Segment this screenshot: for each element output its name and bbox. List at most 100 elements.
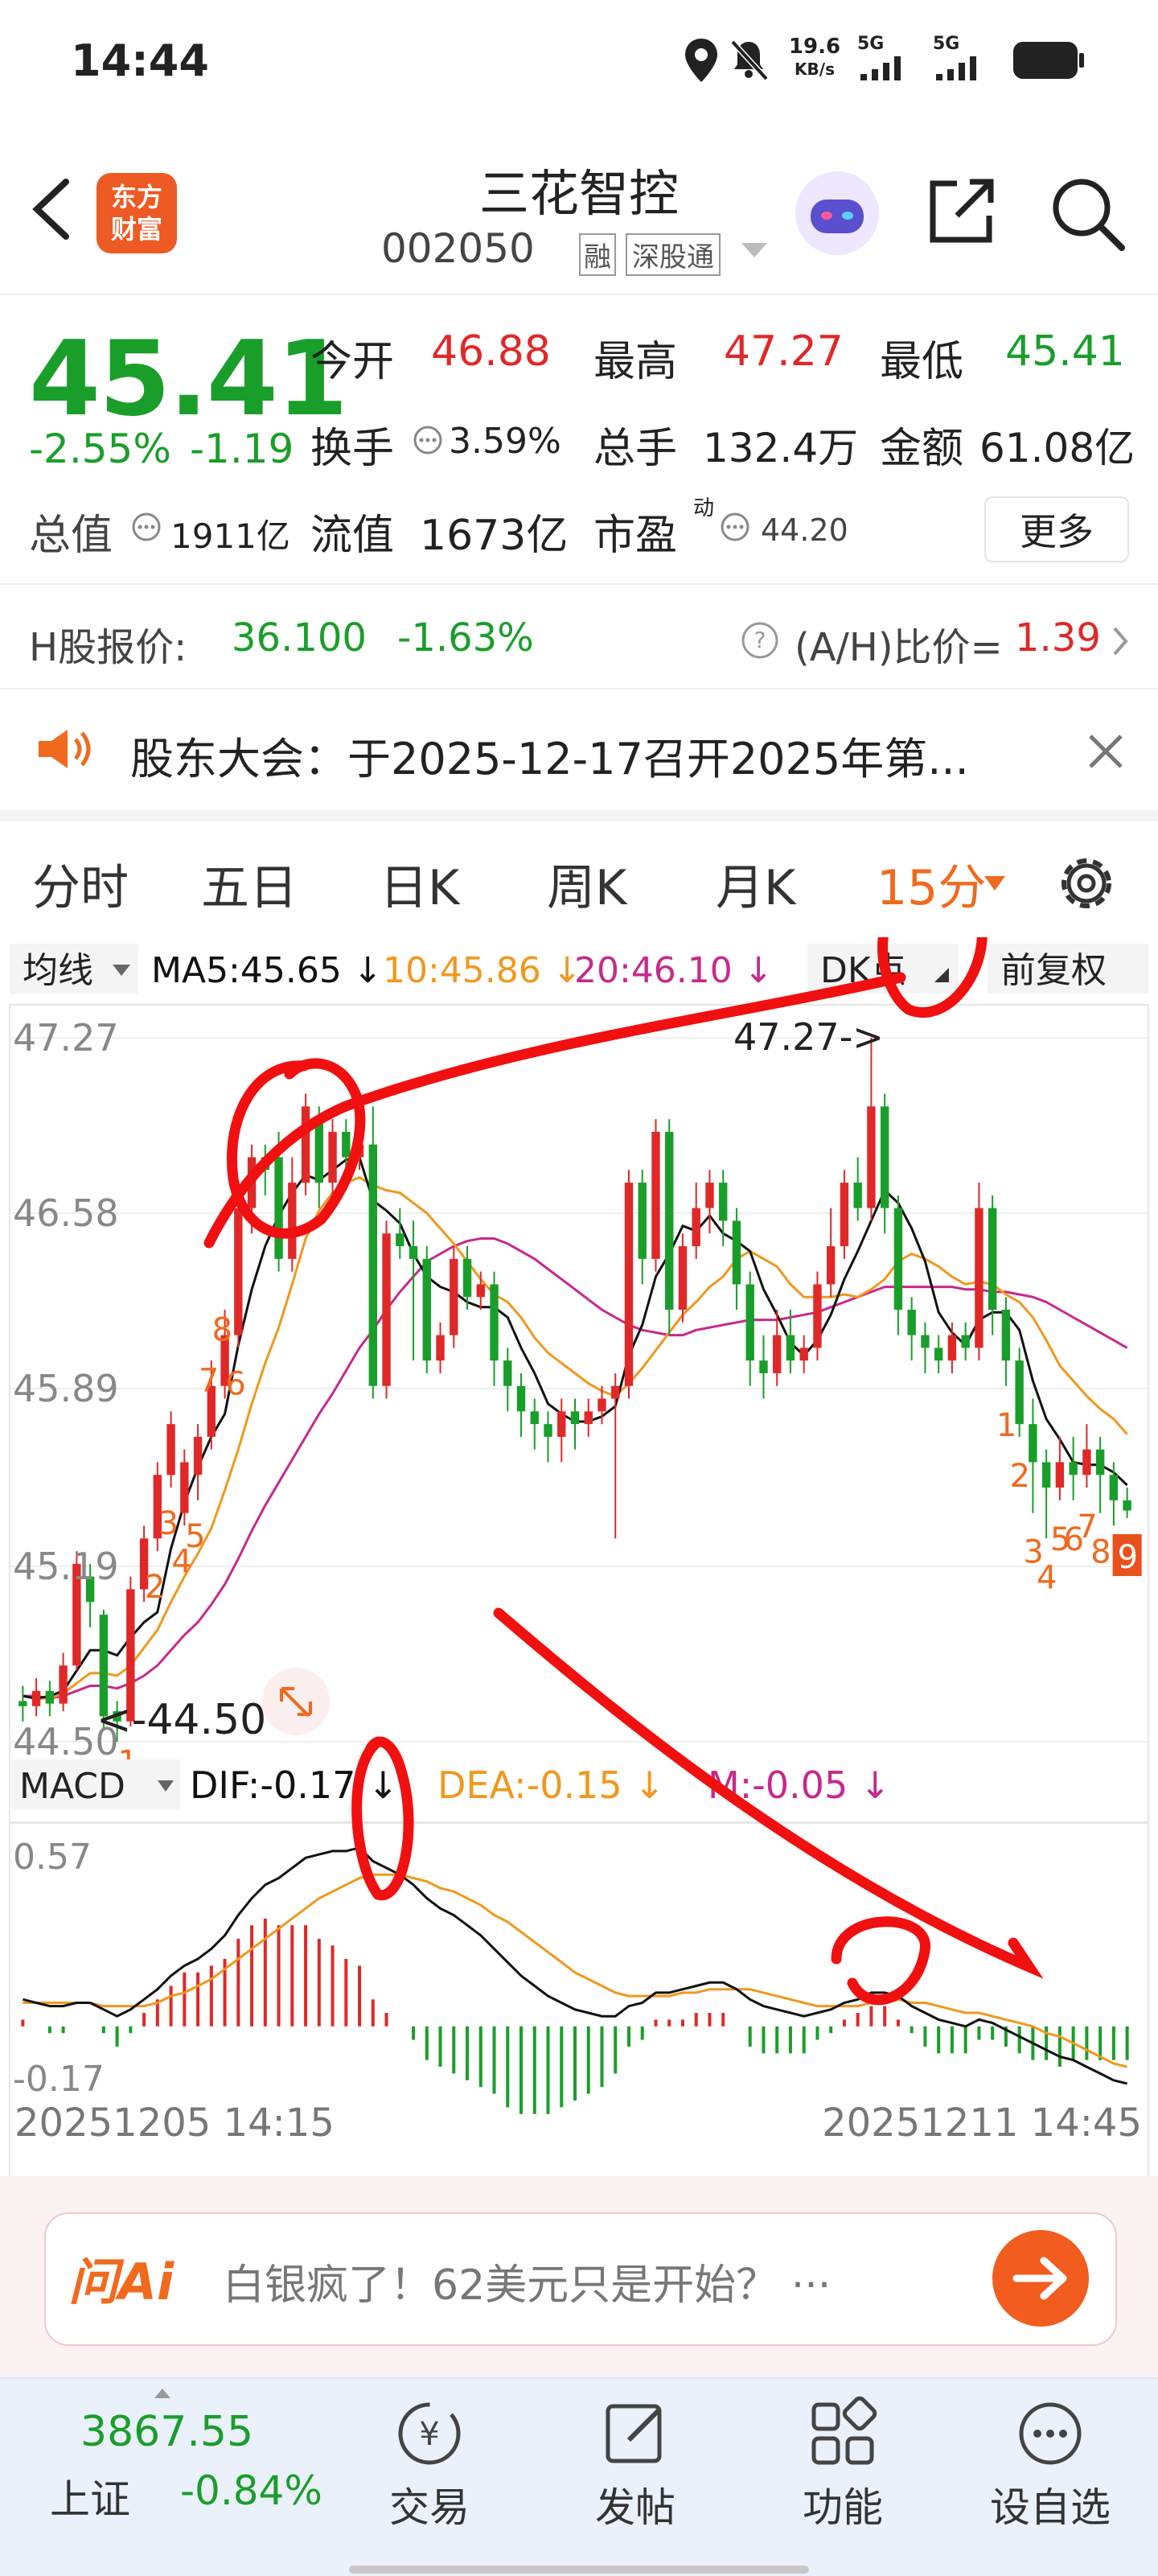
tab-daily-k[interactable]: 日K (380, 849, 459, 919)
float-value: 1673亿 (420, 512, 569, 560)
info-icon[interactable] (719, 511, 751, 543)
candle-body (1123, 1500, 1131, 1511)
chevron-right-icon (1113, 627, 1128, 656)
tab-five-day[interactable]: 五日 (201, 849, 298, 919)
nav-functions[interactable]: 功能 (762, 2395, 923, 2533)
high-annotation: 47.27-> (733, 1015, 884, 1059)
battery-icon (1013, 42, 1084, 79)
buy-marker: 3 (158, 1505, 179, 1542)
sell-marker: 4 (1037, 1559, 1057, 1596)
mktcap-label: 总值 (29, 512, 113, 560)
adjust-label: 前复权 (1000, 950, 1107, 991)
candle-body (382, 1233, 391, 1386)
nav-post[interactable]: 发帖 (555, 2395, 716, 2533)
close-icon[interactable] (1086, 731, 1126, 772)
back-chevron-icon[interactable] (29, 177, 74, 241)
candle-body (31, 1690, 41, 1706)
tab-15min[interactable]: 15分 (877, 849, 986, 919)
location-icon (685, 39, 717, 82)
search-icon[interactable] (1049, 175, 1127, 253)
stock-name: 三花智控 (478, 164, 679, 223)
notice-text: 股东大会：于2025-12-17召开2025年第... (130, 734, 969, 784)
sim2-label: 5G (933, 34, 960, 54)
svg-text:¥: ¥ (419, 2416, 439, 2453)
svg-text:?: ? (754, 627, 766, 653)
buy-marker: 2 (145, 1569, 165, 1606)
h-share-row[interactable]: H股报价: 36.100 -1.63% ? (A/H)比价= 1.39 (0, 583, 1158, 689)
candle-body (813, 1284, 822, 1348)
candle-body (867, 1106, 876, 1208)
nav-watchlist-label: 设自选 (990, 2484, 1111, 2531)
candle-body (597, 1398, 606, 1412)
candle-body (570, 1411, 580, 1425)
candle-body (462, 1258, 472, 1298)
info-icon[interactable] (130, 511, 162, 543)
notice-bar[interactable]: 股东大会：于2025-12-17召开2025年第... (0, 688, 1158, 821)
ma-selector-label: 均线 (23, 950, 93, 991)
pe-superscript: 动 (693, 496, 715, 521)
dropdown-triangle-icon[interactable] (740, 241, 769, 261)
mute-bell-icon (730, 39, 769, 81)
nav-trade[interactable]: ¥ 交易 (349, 2395, 510, 2533)
buy-marker: 8 (212, 1312, 232, 1349)
candle-body (180, 1462, 189, 1513)
pe-value: 44.20 (761, 512, 848, 548)
candle-body (1041, 1462, 1051, 1488)
settings-gear-icon[interactable] (1052, 849, 1121, 918)
candle-body (907, 1309, 916, 1335)
candle-body (1095, 1449, 1105, 1475)
candle-body (450, 1258, 458, 1335)
status-time: 14:44 (71, 35, 209, 86)
nav-watchlist[interactable]: 设自选 (970, 2395, 1131, 2533)
mktcap-value: 1911亿 (170, 516, 290, 556)
candle-body (827, 1246, 836, 1285)
nav-trade-label: 交易 (389, 2484, 470, 2531)
change-pct: -2.55% (29, 426, 171, 472)
candle-body (530, 1411, 539, 1425)
ai-prompt-box[interactable]: 问Ai 白银疯了！62美元只是开始？ ··· (44, 2212, 1117, 2346)
dropdown-triangle-icon[interactable] (983, 874, 1007, 894)
tab-monthly-k[interactable]: 月K (716, 849, 795, 919)
info-icon[interactable] (412, 424, 444, 456)
candle-body (799, 1348, 808, 1361)
open-label: 今开 (310, 338, 395, 386)
kline-grid (10, 1037, 1148, 1743)
more-button[interactable]: 更多 (984, 496, 1129, 562)
turnover-value: 3.59% (449, 421, 561, 462)
candle-body (638, 1183, 647, 1259)
kline-chart-area[interactable]: 均线 MA5:45.65 ↓ 10:45.86 ↓ 20:46.10 ↓ DK点… (0, 937, 1158, 2176)
share-icon[interactable] (925, 175, 997, 248)
candle-body (893, 1208, 903, 1310)
kline-chart[interactable]: 均线 MA5:45.65 ↓ 10:45.86 ↓ 20:46.10 ↓ DK点… (0, 937, 1158, 2176)
macd-dif: DIF:-0.17 ↓ (190, 1763, 399, 1807)
ah-ratio-label: (A/H)比价= (795, 625, 1003, 670)
robot-avatar-icon[interactable] (793, 169, 881, 257)
candle-body (678, 1246, 688, 1310)
index-name: 上证 (50, 2476, 130, 2523)
candle-body (934, 1348, 943, 1361)
go-arrow-icon[interactable] (991, 2228, 1090, 2328)
macd-bottom-tick: -0.17 (13, 2059, 105, 2100)
home-indicator (349, 2566, 809, 2574)
candle-body (18, 1701, 27, 1706)
tab-weekly-k[interactable]: 周K (547, 849, 626, 919)
x-end-label: 20251211 14:45 (822, 2101, 1142, 2146)
index-value[interactable]: 3867.55 (80, 2408, 253, 2456)
pe-label: 市盈 (593, 512, 678, 560)
y-tick-label: 47.27 (13, 1016, 119, 1060)
speaker-icon (39, 730, 91, 768)
macd-dea: DEA:-0.15 ↓ (437, 1763, 665, 1807)
candle-body (665, 1131, 674, 1310)
candle-body (975, 1208, 983, 1348)
sell-marker: 2 (1010, 1458, 1030, 1495)
candle-body (840, 1183, 849, 1247)
help-icon[interactable]: ? (740, 620, 780, 660)
sell-marker: 8 (1090, 1534, 1111, 1571)
h-share-label: H股报价: (29, 625, 187, 670)
tab-intraday[interactable]: 分时 (32, 849, 129, 919)
candle-body (611, 1385, 620, 1399)
low-annotation: <-44.50 (96, 1696, 266, 1744)
macd-series (21, 1846, 1129, 2114)
buy-marker: 5 (185, 1518, 205, 1555)
candle-body (786, 1335, 795, 1361)
